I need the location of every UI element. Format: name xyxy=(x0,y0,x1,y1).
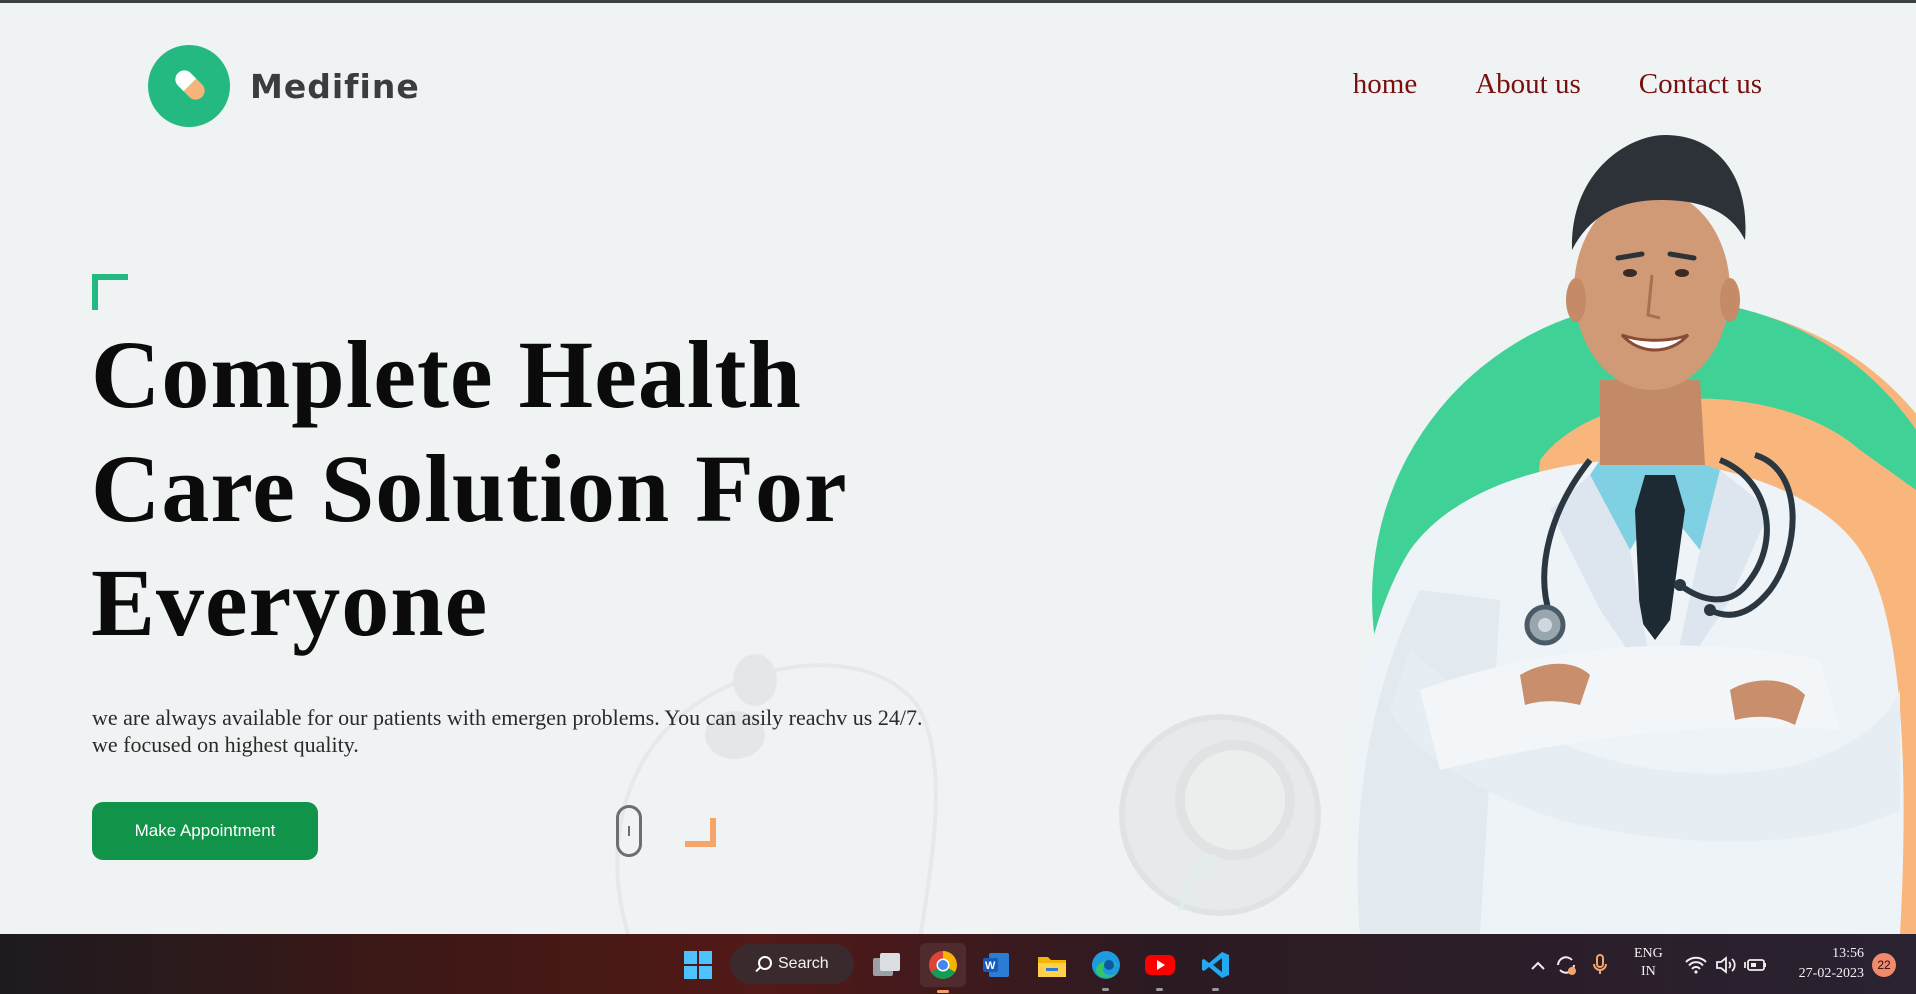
task-view-icon[interactable] xyxy=(866,945,906,985)
hero-description: we are always available for our patients… xyxy=(92,705,923,757)
language-indicator[interactable]: ENG IN xyxy=(1634,945,1663,981)
corner-decoration-bottom-right xyxy=(685,818,716,847)
running-app-indicator xyxy=(1102,988,1109,991)
running-app-indicator xyxy=(1156,988,1163,991)
youtube-icon[interactable] xyxy=(1140,945,1180,991)
hero-headline: Complete Health Care Solution For Everyo… xyxy=(91,318,991,660)
clock-date: 27-02-2023 xyxy=(1798,966,1864,981)
clock-time: 13:56 xyxy=(1832,946,1864,961)
vscode-icon[interactable] xyxy=(1196,945,1236,991)
system-clock[interactable]: 13:56 27-02-2023 xyxy=(1782,944,1864,984)
headline-line-2: Care Solution For xyxy=(91,435,848,542)
make-appointment-button[interactable]: Make Appointment xyxy=(92,802,318,860)
windows-taskbar: Search W ENG IN 13:56 27-02-2023 22 xyxy=(0,934,1916,994)
notification-badge[interactable]: 22 xyxy=(1872,953,1896,977)
scroll-mouse-icon[interactable] xyxy=(616,805,642,857)
window-top-border xyxy=(0,0,1916,3)
active-app-indicator xyxy=(937,990,949,993)
taskbar-search-input[interactable]: Search xyxy=(730,944,854,984)
doctor-illustration xyxy=(1352,135,1916,935)
battery-icon[interactable] xyxy=(1736,945,1776,985)
headline-line-3: Everyone xyxy=(91,549,489,656)
chrome-icon[interactable] xyxy=(920,943,966,993)
svg-text:W: W xyxy=(985,960,996,972)
headline-line-1: Complete Health xyxy=(91,321,802,428)
brand-name: Medifine xyxy=(250,66,420,106)
pill-logo-icon xyxy=(148,45,230,127)
microphone-icon[interactable] xyxy=(1580,945,1620,985)
edge-icon[interactable] xyxy=(1086,945,1126,991)
taskbar-search-label: Search xyxy=(778,955,829,972)
windows-start-icon[interactable] xyxy=(678,945,718,985)
nav-about-us[interactable]: About us xyxy=(1475,68,1581,101)
running-app-indicator xyxy=(1212,988,1219,991)
word-icon[interactable]: W xyxy=(976,945,1016,985)
file-explorer-icon[interactable] xyxy=(1032,945,1072,985)
nav-contact-us[interactable]: Contact us xyxy=(1639,68,1762,101)
corner-decoration-top-left xyxy=(92,274,128,310)
main-nav: home About us Contact us xyxy=(1353,68,1762,101)
stethoscope-background-icon xyxy=(615,654,1321,940)
language-code: ENG xyxy=(1634,946,1663,961)
search-icon xyxy=(758,956,772,970)
nav-home[interactable]: home xyxy=(1353,68,1417,101)
region-code: IN xyxy=(1641,964,1656,979)
brand-logo[interactable]: Medifine xyxy=(148,45,420,127)
